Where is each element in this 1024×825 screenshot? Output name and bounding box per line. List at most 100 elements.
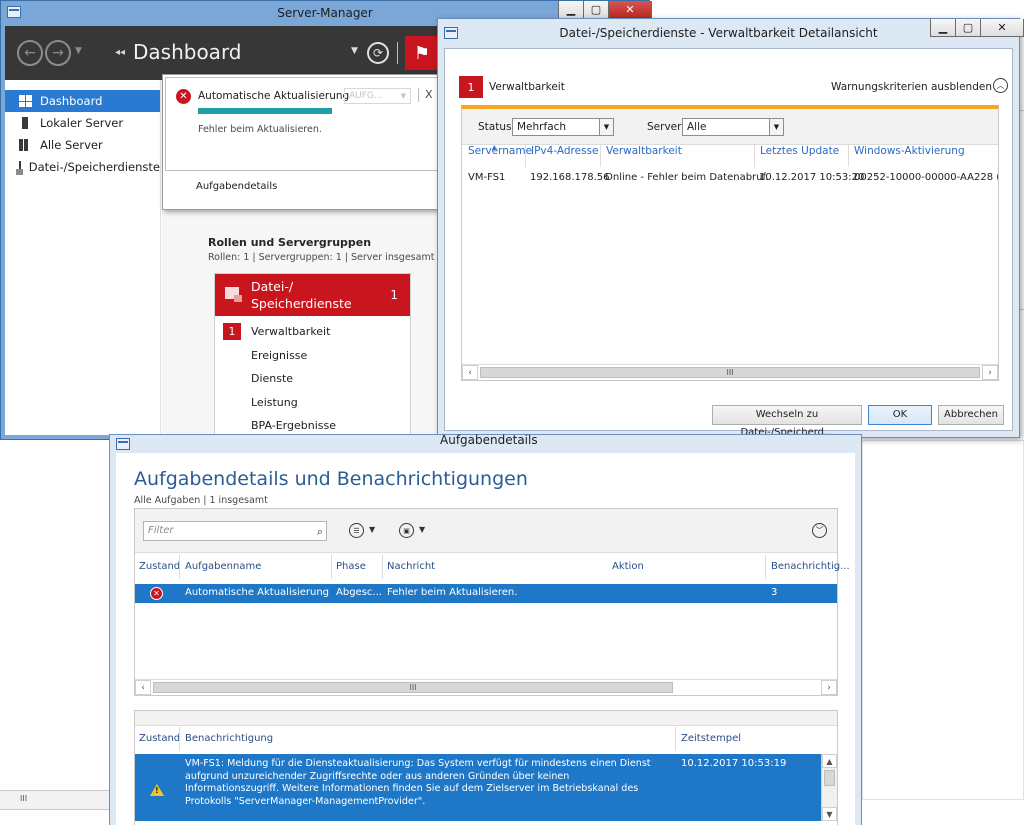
scroll-down-icon[interactable]: ▼ — [822, 807, 837, 821]
scroll-right-icon[interactable]: › — [982, 365, 998, 380]
column-header-notification[interactable]: Benachrichtigung — [185, 733, 273, 744]
sidebar-item-local-server[interactable]: Lokaler Server — [5, 112, 160, 134]
filter-bar: Status Mehrfach ▼ Server Alle ▼ — [462, 109, 998, 145]
column-header-message[interactable]: Nachricht — [387, 561, 435, 572]
refresh-icon[interactable]: ⟳ — [367, 42, 389, 64]
status-filter-select[interactable]: Mehrfach ▼ — [512, 118, 614, 136]
sidebar-item-label: Alle Server — [40, 138, 103, 152]
task-details-title: Aufgabendetails — [440, 433, 538, 447]
role-row-events[interactable]: Ereignisse — [215, 344, 410, 368]
refresh-dropdown-icon[interactable]: ▼ — [351, 46, 358, 56]
notification-message: Fehler beim Aktualisieren. — [198, 124, 322, 135]
sidebar-item-dashboard[interactable]: Dashboard — [5, 90, 160, 112]
notification-item: ✕ Automatische Aktualisierung AUFG... X … — [165, 77, 441, 171]
cell-timestamp: 10.12.2017 10:53:19 — [681, 758, 787, 769]
column-header-state[interactable]: Zustand — [139, 733, 180, 744]
file-storage-icon — [16, 161, 23, 175]
cancel-button[interactable]: Abbrechen — [938, 405, 1004, 425]
background-scroll-thumb[interactable]: III — [20, 794, 27, 803]
vertical-scrollbar[interactable]: ▲ ▼ — [821, 754, 837, 821]
role-row-bpa-results[interactable]: BPA-Ergebnisse — [215, 414, 410, 435]
chevron-down-icon[interactable]: ▼ — [369, 525, 375, 534]
close-button[interactable]: ✕ — [980, 19, 1024, 37]
minimize-button[interactable]: ▁ — [930, 19, 956, 37]
chevron-down-icon: ▼ — [599, 119, 613, 135]
sidebar-item-label: Datei-/Speicherdienste — [28, 160, 160, 174]
alert-count-badge: 1 — [459, 76, 483, 98]
close-button[interactable]: ✕ — [608, 1, 652, 19]
column-header-state[interactable]: Zustand — [139, 561, 180, 572]
role-row-manageability[interactable]: 1 Verwaltbarkeit — [215, 320, 410, 344]
column-header-last-update[interactable]: Letztes Update — [760, 145, 839, 157]
notification-close-icon[interactable]: X — [418, 88, 433, 102]
detail-heading: Verwaltbarkeit — [489, 81, 565, 93]
role-row-label: BPA-Ergebnisse — [251, 419, 336, 433]
column-header-ipv4[interactable]: IPv4-Adresse — [531, 145, 599, 157]
filter-placeholder: Filter — [148, 525, 174, 536]
horizontal-scrollbar[interactable]: ‹ III › — [135, 679, 837, 695]
horizontal-scrollbar[interactable]: ‹ III › — [462, 364, 998, 380]
manageability-detail-dialog: Datei-/Speicherdienste - Verwaltbarkeit … — [437, 18, 1024, 438]
role-row-services[interactable]: Dienste — [215, 367, 410, 391]
chevron-down-icon[interactable]: ▼ — [419, 525, 425, 534]
switch-to-file-storage-button[interactable]: Wechseln zu Datei-/Speicherd... — [712, 405, 862, 438]
column-header-phase[interactable]: Phase — [336, 561, 366, 572]
column-header-action[interactable]: Aktion — [612, 561, 644, 572]
column-header-manageability[interactable]: Verwaltbarkeit — [606, 145, 682, 157]
list-item[interactable]: VM-FS1: Meldung für die Diensteaktualisi… — [135, 754, 821, 821]
column-header-timestamp[interactable]: Zeitstempel — [681, 733, 741, 744]
scroll-thumb[interactable] — [824, 770, 835, 786]
search-icon[interactable]: ⌕ — [317, 523, 323, 541]
minimize-button[interactable]: ▁ — [558, 1, 584, 19]
dashboard-icon — [19, 95, 32, 107]
maximize-button[interactable]: ▢ — [583, 1, 609, 19]
history-dropdown-icon[interactable]: ▼ — [75, 46, 82, 56]
server-filter-label: Server — [647, 121, 682, 133]
forward-arrow-icon[interactable]: → — [45, 40, 71, 66]
role-row-label: Dienste — [251, 372, 294, 386]
task-details-window: Aufgabendetails Aufgabendetails und Bena… — [109, 433, 862, 825]
scroll-left-icon[interactable]: ‹ — [135, 680, 151, 695]
task-details-link[interactable]: Aufgabendetails — [196, 181, 277, 192]
notifications-toolbar — [135, 711, 837, 726]
server-filter-select[interactable]: Alle ▼ — [682, 118, 784, 136]
expand-chevron-icon[interactable]: ﹀ — [812, 523, 827, 538]
column-divider — [848, 145, 849, 167]
role-card-title: Datei-/ Speicherdienste — [251, 279, 352, 311]
background-window-right-bottom — [862, 440, 1024, 800]
maximize-button[interactable]: ▢ — [955, 19, 981, 37]
column-header-task-name[interactable]: Aufgabenname — [185, 561, 261, 572]
filter-input[interactable]: Filter ⌕ — [143, 521, 327, 541]
scroll-up-icon[interactable]: ▲ — [822, 754, 837, 768]
role-card-file-storage[interactable]: Datei-/ Speicherdienste 1 1 Verwaltbarke… — [214, 273, 411, 435]
role-card-header[interactable]: Datei-/ Speicherdienste 1 — [215, 274, 410, 316]
detail-dialog-titlebar[interactable]: Datei-/Speicherdienste - Verwaltbarkeit … — [438, 19, 1024, 47]
column-header-notifications[interactable]: Benachrichtig... — [771, 561, 850, 572]
task-action-dropdown[interactable]: AUFG... — [344, 88, 411, 104]
server-filter-value: Alle — [687, 121, 707, 133]
role-card-count: 1 — [390, 288, 398, 302]
column-divider — [600, 145, 601, 167]
collapse-chevron-icon[interactable]: ︿ — [993, 78, 1008, 93]
list-options-icon[interactable]: ☰ — [349, 523, 364, 538]
sidebar-item-file-storage[interactable]: Datei-/Speicherdienste — [5, 156, 160, 178]
cell-notifications: 3 — [771, 587, 778, 598]
scroll-thumb[interactable]: III — [153, 682, 673, 693]
task-details-summary: Alle Aufgaben | 1 insgesamt — [134, 495, 268, 506]
table-row[interactable]: VM-FS1 192.168.178.56 Online - Fehler be… — [462, 167, 998, 191]
scroll-right-icon[interactable]: › — [821, 680, 837, 695]
scroll-left-icon[interactable]: ‹ — [462, 365, 478, 380]
role-row-performance[interactable]: Leistung — [215, 391, 410, 415]
hide-warning-criteria-link[interactable]: Warnungskriterien ausblenden — [831, 81, 992, 93]
column-header-servername[interactable]: Servername — [468, 145, 532, 157]
save-query-icon[interactable]: ▣ — [399, 523, 414, 538]
dialog-button-row: Wechseln zu Datei-/Speicherd... OK Abbre… — [712, 405, 1004, 438]
back-arrow-icon[interactable]: ← — [17, 40, 43, 66]
sidebar-item-all-servers[interactable]: Alle Server — [5, 134, 160, 156]
ok-button[interactable]: OK — [868, 405, 932, 425]
status-filter-label: Status — [478, 121, 512, 133]
sidebar-item-label: Lokaler Server — [40, 116, 124, 130]
table-row[interactable]: ✕ Automatische Aktualisierung Abgesc... … — [135, 584, 837, 603]
scroll-thumb[interactable]: III — [480, 367, 980, 378]
column-header-windows-activation[interactable]: Windows-Aktivierung — [854, 145, 965, 157]
